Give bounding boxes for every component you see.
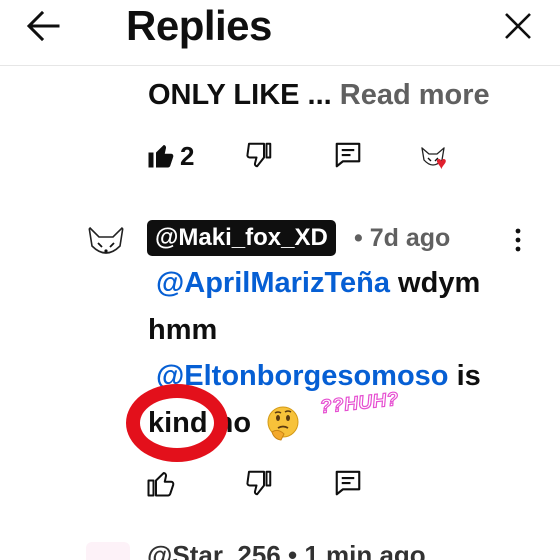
heart-icon: ♥ xyxy=(436,153,447,173)
reply-timestamp: • 7d ago xyxy=(354,224,451,252)
mention-link[interactable]: @AprilMarizTeña xyxy=(156,267,390,299)
reply-text: hmm xyxy=(148,314,218,346)
like-button[interactable] xyxy=(146,468,180,502)
arrow-left-icon xyxy=(26,10,60,42)
reply-button[interactable] xyxy=(333,140,367,174)
dislike-button[interactable] xyxy=(244,140,278,174)
thumbs-down-icon xyxy=(246,142,272,168)
thumbs-down-icon xyxy=(246,470,272,496)
dislike-button[interactable] xyxy=(244,468,278,502)
reply-text: wdym xyxy=(390,267,481,299)
kebab-menu-icon xyxy=(515,228,521,252)
more-options-button[interactable] xyxy=(508,225,528,255)
red-annotation-circle xyxy=(126,384,228,462)
reply-author-avatar[interactable] xyxy=(84,220,128,264)
thumbs-up-icon xyxy=(147,472,175,497)
thinking-face-icon xyxy=(267,406,299,441)
parent-comment-text: ONLY LIKE ... Read more xyxy=(148,76,490,114)
next-reply-avatar[interactable] xyxy=(86,542,130,560)
reply-text-line-1: @AprilMarizTeña wdym xyxy=(156,265,480,301)
parent-comment-tail: ONLY LIKE ... xyxy=(148,79,340,111)
replies-header: Replies xyxy=(0,0,560,66)
reply-text-line-2: hmm xyxy=(148,312,217,348)
reply-comment-icon xyxy=(335,470,361,496)
thinking-face-emoji xyxy=(264,404,302,442)
like-count: 2 xyxy=(180,141,195,171)
close-button[interactable] xyxy=(500,8,536,44)
reply-author-handle[interactable]: @Maki_fox_XD xyxy=(147,220,336,256)
reply-text: is xyxy=(448,360,481,392)
reply-comment-icon xyxy=(335,142,361,168)
close-icon xyxy=(505,13,531,39)
page-title: Replies xyxy=(126,2,272,49)
read-more-link[interactable]: Read more xyxy=(340,79,490,111)
next-reply-author[interactable]: @Star_256 • 1 min ago xyxy=(147,540,426,560)
back-button[interactable] xyxy=(22,8,64,44)
reply-text-line-3: @Eltonborgesomoso is xyxy=(156,358,481,394)
thumbs-up-filled-icon xyxy=(148,145,174,168)
reply-button[interactable] xyxy=(333,468,367,502)
like-button[interactable] xyxy=(146,140,180,174)
fox-avatar-icon xyxy=(87,224,125,254)
